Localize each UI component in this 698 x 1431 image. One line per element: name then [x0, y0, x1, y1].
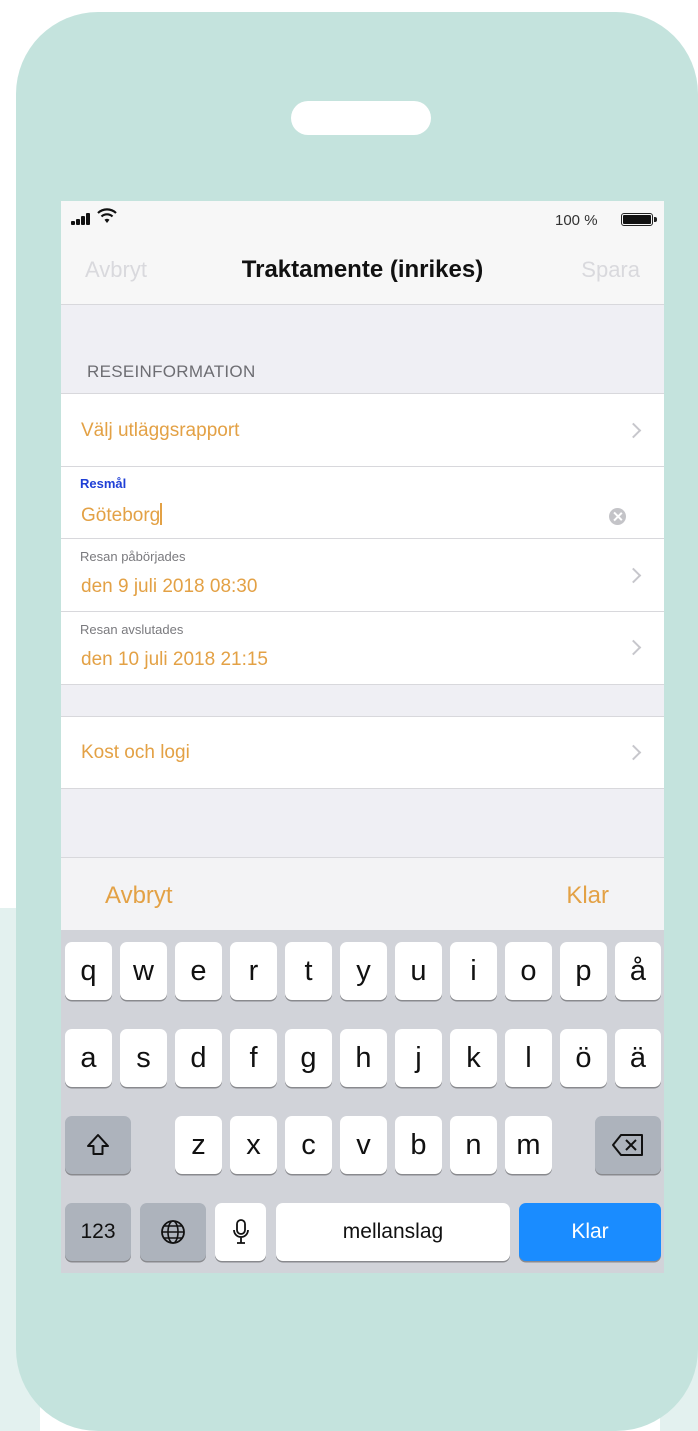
shift-key[interactable] — [65, 1116, 131, 1174]
text-cursor — [160, 503, 163, 525]
key-a-ring[interactable]: å — [615, 942, 661, 1000]
toolbar-cancel-button[interactable]: Avbryt — [105, 882, 173, 910]
board-lodging-group: Kost och logi — [61, 716, 664, 789]
key-l[interactable]: l — [505, 1029, 552, 1087]
trip-end-value: den 10 juli 2018 21:15 — [81, 649, 268, 670]
key-d[interactable]: d — [175, 1029, 222, 1087]
navigation-bar: Avbryt Traktamente (inrikes) Spara — [61, 235, 664, 305]
key-v[interactable]: v — [340, 1116, 387, 1174]
backspace-icon — [612, 1134, 643, 1156]
key-h[interactable]: h — [340, 1029, 387, 1087]
expense-report-label: Välj utläggsrapport — [81, 420, 240, 441]
wifi-icon — [97, 208, 117, 223]
key-j[interactable]: j — [395, 1029, 442, 1087]
destination-field[interactable]: Resmål Göteborg — [61, 467, 664, 539]
key-u[interactable]: u — [395, 942, 442, 1000]
trip-end-label: Resan avslutades — [80, 622, 184, 637]
key-q[interactable]: q — [65, 942, 112, 1000]
numbers-key[interactable]: 123 — [65, 1203, 131, 1261]
key-o[interactable]: o — [505, 942, 552, 1000]
key-c[interactable]: c — [285, 1116, 332, 1174]
key-w[interactable]: w — [120, 942, 167, 1000]
key-z[interactable]: z — [175, 1116, 222, 1174]
clear-text-icon[interactable] — [609, 508, 626, 525]
key-n[interactable]: n — [450, 1116, 497, 1174]
chevron-right-icon — [625, 422, 642, 439]
key-m[interactable]: m — [505, 1116, 552, 1174]
destination-input[interactable]: Göteborg — [81, 503, 163, 527]
globe-icon — [161, 1220, 185, 1244]
backspace-key[interactable] — [595, 1116, 661, 1174]
key-p[interactable]: p — [560, 942, 607, 1000]
trip-start-row[interactable]: Resan påbörjades den 9 juli 2018 08:30 — [61, 539, 664, 612]
key-t[interactable]: t — [285, 942, 332, 1000]
globe-key[interactable] — [140, 1203, 206, 1261]
battery-percentage: 100 % — [555, 212, 598, 229]
status-bar: 100 % — [61, 201, 664, 235]
nav-save-button[interactable]: Spara — [581, 257, 640, 283]
space-key[interactable]: mellanslag — [276, 1203, 510, 1261]
toolbar-done-button[interactable]: Klar — [566, 882, 609, 910]
section-header: RESEINFORMATION — [87, 362, 256, 381]
key-a-umlaut[interactable]: ä — [615, 1029, 661, 1087]
keyboard-done-key[interactable]: Klar — [519, 1203, 661, 1261]
key-x[interactable]: x — [230, 1116, 277, 1174]
trip-info-group: Välj utläggsrapport Resmål Göteborg Resa… — [61, 393, 664, 685]
page-title: Traktamente (inrikes) — [241, 256, 484, 283]
key-o-umlaut[interactable]: ö — [560, 1029, 607, 1087]
key-k[interactable]: k — [450, 1029, 497, 1087]
trip-end-row[interactable]: Resan avslutades den 10 juli 2018 21:15 — [61, 612, 664, 684]
trip-start-value: den 9 juli 2018 08:30 — [81, 576, 258, 597]
chevron-right-icon — [625, 567, 642, 584]
key-y[interactable]: y — [340, 942, 387, 1000]
phone-speaker-notch — [291, 101, 431, 135]
key-s[interactable]: s — [120, 1029, 167, 1087]
keyboard-accessory-toolbar: Avbryt Klar — [61, 857, 664, 930]
key-a[interactable]: a — [65, 1029, 112, 1087]
keyboard: q w e r t y u i o p å a s d f g h j k l … — [61, 930, 664, 1273]
cellular-signal-icon — [71, 213, 93, 225]
board-lodging-label: Kost och logi — [81, 742, 190, 763]
dictation-key[interactable] — [215, 1203, 266, 1261]
key-r[interactable]: r — [230, 942, 277, 1000]
app-screen: 100 % Avbryt Traktamente (inrikes) Spara… — [61, 201, 664, 1273]
key-e[interactable]: e — [175, 942, 222, 1000]
chevron-right-icon — [625, 639, 642, 656]
board-lodging-row[interactable]: Kost och logi — [61, 717, 664, 788]
key-b[interactable]: b — [395, 1116, 442, 1174]
microphone-icon — [232, 1219, 249, 1244]
chevron-right-icon — [625, 744, 642, 761]
key-i[interactable]: i — [450, 942, 497, 1000]
trip-start-label: Resan påbörjades — [80, 549, 186, 564]
destination-label: Resmål — [80, 476, 127, 491]
battery-icon — [621, 213, 657, 226]
select-expense-report-row[interactable]: Välj utläggsrapport — [61, 394, 664, 467]
shift-icon — [87, 1134, 109, 1155]
key-g[interactable]: g — [285, 1029, 332, 1087]
key-f[interactable]: f — [230, 1029, 277, 1087]
